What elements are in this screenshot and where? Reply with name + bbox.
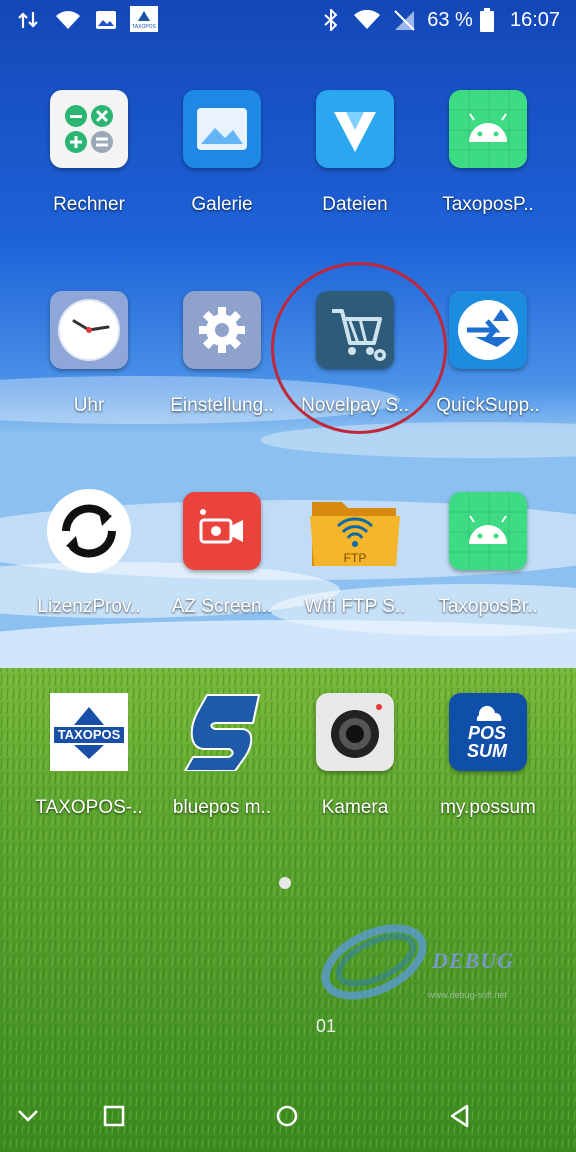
wifi-signal-icon (352, 8, 382, 32)
taxopos-notification-icon: TAXOPOS (130, 6, 158, 32)
app-galerie[interactable]: Galerie (152, 90, 292, 240)
gallery-notification-icon (94, 8, 118, 32)
app-taxoposp[interactable]: TaxoposP.. (418, 90, 558, 240)
app-label: AZ Screen.. (171, 596, 273, 617)
taxopos-icon: TAXOPOS (50, 693, 128, 771)
watermark-subtext: www.debug-soft.net (428, 990, 508, 1000)
app-label: LizenzProv.. (37, 596, 141, 617)
app-label: Uhr (73, 395, 105, 416)
app-kamera[interactable]: Kamera (285, 693, 425, 843)
app-dateien[interactable]: Dateien (285, 90, 425, 240)
back-triangle-icon[interactable] (442, 1098, 478, 1134)
wifi-icon (54, 8, 82, 32)
app-label: TaxoposBr.. (438, 596, 538, 617)
svg-text:SUM: SUM (467, 741, 508, 761)
calculator-icon (50, 90, 128, 168)
app-label: QuickSupp.. (436, 395, 540, 416)
bluepos-icon (183, 693, 261, 772)
app-label: TaxoposP.. (442, 194, 534, 215)
app-az-screen[interactable]: AZ Screen.. (152, 492, 292, 642)
highlight-circle (271, 262, 447, 434)
camera-icon (316, 693, 394, 771)
status-bar: TAXOPOS 63 % 16:07 (0, 0, 576, 40)
page-indicator (279, 877, 291, 889)
battery-percent: 63 % (427, 8, 473, 31)
clock-icon (50, 291, 128, 369)
svg-text:POS: POS (468, 723, 506, 743)
recents-square-icon[interactable] (96, 1098, 132, 1134)
app-my-possum[interactable]: POS SUM my.possum (418, 693, 558, 843)
android-icon (449, 90, 527, 168)
app-taxoposbr[interactable]: TaxoposBr.. (418, 492, 558, 642)
app-lizenzprov[interactable]: LizenzProv.. (19, 489, 159, 642)
settings-icon (183, 291, 261, 369)
collapse-chevron-icon[interactable] (10, 1098, 46, 1134)
app-bluepos[interactable]: bluepos m.. (152, 693, 292, 843)
no-sim-icon (392, 8, 416, 32)
sync-icon (46, 488, 132, 574)
home-screen-number: 01 (316, 1016, 337, 1036)
screen-recorder-icon (183, 492, 261, 570)
app-label: Dateien (322, 194, 388, 215)
clock-time: 16:07 (509, 8, 561, 31)
battery-icon (478, 8, 496, 32)
svg-text:TAXOPOS: TAXOPOS (132, 24, 156, 30)
app-uhr[interactable]: Uhr (19, 291, 159, 441)
possum-icon: POS SUM (449, 693, 527, 771)
app-rechner[interactable]: Rechner (19, 90, 159, 240)
wifi-ftp-folder-icon: FTP (308, 492, 402, 570)
app-label: bluepos m.. (172, 797, 272, 818)
gallery-icon (183, 90, 261, 168)
files-icon (316, 90, 394, 168)
quicksupport-icon (449, 291, 527, 369)
app-taxopos[interactable]: TAXOPOS TAXOPOS-.. (19, 693, 159, 843)
svg-text:FTP: FTP (344, 551, 367, 565)
app-label: TAXOPOS-.. (35, 797, 143, 818)
bluetooth-icon (320, 8, 342, 32)
app-einstellungen[interactable]: Einstellung.. (152, 291, 292, 441)
app-label: Einstellung.. (170, 395, 274, 416)
home-circle-icon[interactable] (269, 1098, 305, 1134)
svg-text:TAXOPOS: TAXOPOS (58, 727, 121, 742)
navigation-bar (0, 1082, 576, 1152)
data-transfer-icon (16, 8, 40, 32)
android-icon (449, 492, 527, 570)
watermark-text: DEBUG (432, 948, 515, 973)
app-label: Wifi FTP S.. (304, 596, 406, 617)
app-label: Galerie (191, 194, 253, 215)
app-wifi-ftp[interactable]: FTP Wifi FTP S.. (285, 492, 425, 642)
app-label: my.possum (440, 797, 536, 818)
app-label: Kamera (321, 797, 389, 818)
app-label: Rechner (53, 194, 125, 215)
